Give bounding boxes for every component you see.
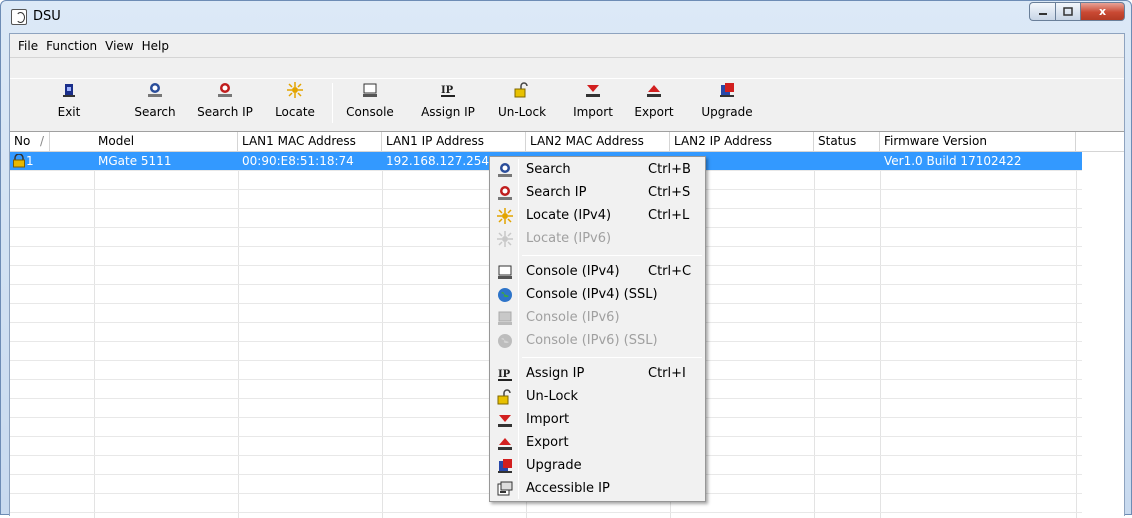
search-ip-button[interactable]: Search IP	[195, 82, 255, 124]
col-lan2-mac[interactable]: LAN2 MAC Address	[526, 132, 670, 152]
context-menu: Search Ctrl+B Search IP Ctrl+S Locate (I…	[489, 156, 706, 502]
cell-lan1-mac: 00:90:E8:51:18:74	[242, 154, 354, 168]
exit-icon	[63, 84, 75, 97]
import-label: Import	[573, 105, 613, 119]
search-button[interactable]: Search	[130, 82, 180, 124]
search-label: Search	[134, 105, 176, 119]
toolbar: Exit Search Search IP Locate Console IP	[10, 78, 1124, 128]
col-lan1-mac[interactable]: LAN1 MAC Address	[238, 132, 382, 152]
maximize-button[interactable]	[1055, 2, 1081, 21]
menu-bar: File Function View Help	[10, 34, 1124, 58]
assign-ip-button[interactable]: IP Assign IP	[415, 82, 481, 124]
table-header: No / Model LAN1 MAC Address LAN1 IP Addr…	[10, 132, 1124, 152]
exit-label: Exit	[57, 105, 81, 119]
exit-button[interactable]: Exit	[54, 82, 84, 124]
cell-status	[814, 152, 880, 171]
upgrade-button[interactable]: Upgrade	[698, 82, 756, 124]
col-lan1-ip[interactable]: LAN1 IP Address	[382, 132, 526, 152]
lock-icon	[13, 154, 25, 168]
minimize-button[interactable]	[1029, 2, 1055, 21]
menu-file[interactable]: File	[14, 39, 42, 53]
locate-button[interactable]: Locate	[272, 82, 318, 124]
ctx-search-ip[interactable]: Search IP Ctrl+S	[493, 182, 702, 204]
svg-text:IP: IP	[441, 85, 454, 96]
accessible-ip-icon	[497, 481, 513, 496]
menu-view[interactable]: View	[101, 39, 137, 53]
menu-separator	[522, 357, 702, 358]
assign-ip-icon: IP	[498, 369, 512, 381]
menu-separator	[522, 255, 702, 256]
ctx-assign-ip[interactable]: IP Assign IP Ctrl+I	[493, 363, 702, 385]
unlock-icon	[514, 82, 528, 98]
upgrade-icon	[498, 459, 512, 473]
import-icon	[586, 85, 600, 97]
search-ip-icon	[498, 186, 512, 200]
export-button[interactable]: Export	[634, 82, 674, 124]
import-icon	[498, 415, 512, 427]
close-icon: x	[1098, 5, 1107, 18]
col-no[interactable]: No /	[10, 132, 50, 152]
ctx-import[interactable]: Import	[493, 409, 702, 431]
col-firmware[interactable]: Firmware Version	[880, 132, 1076, 152]
locate-label: Locate	[275, 105, 315, 119]
upgrade-label: Upgrade	[701, 105, 753, 119]
ctx-locate-ipv6: Locate (IPv6)	[493, 228, 702, 250]
import-button[interactable]: Import	[573, 82, 613, 124]
console-label: Console	[346, 105, 394, 119]
ctx-accessible-ip[interactable]: Accessible IP	[493, 478, 702, 500]
menu-help[interactable]: Help	[138, 39, 173, 53]
globe-icon	[498, 288, 512, 302]
globe-icon	[498, 334, 512, 348]
ctx-console-ipv4[interactable]: Console (IPv4) Ctrl+C	[493, 261, 702, 283]
window-title: DSU	[33, 9, 61, 24]
export-icon	[647, 85, 661, 97]
export-label: Export	[634, 105, 674, 119]
unlock-button[interactable]: Un-Lock	[495, 82, 549, 124]
sort-indicator: /	[40, 134, 45, 148]
app-icon	[11, 9, 27, 25]
ctx-search[interactable]: Search Ctrl+B	[493, 159, 702, 181]
console-icon	[498, 311, 512, 325]
unlock-label: Un-Lock	[497, 105, 547, 119]
ctx-export[interactable]: Export	[493, 432, 702, 454]
assign-ip-label: Assign IP	[421, 105, 475, 119]
search-ip-label: Search IP	[197, 105, 253, 119]
locate-icon	[287, 82, 303, 98]
upgrade-icon	[720, 83, 734, 97]
locate-icon	[497, 231, 513, 247]
cell-firmware: Ver1.0 Build 17102422	[884, 154, 1022, 168]
ctx-upgrade[interactable]: Upgrade	[493, 455, 702, 477]
ctx-unlock[interactable]: Un-Lock	[493, 386, 702, 408]
col-lan2-ip[interactable]: LAN2 IP Address	[670, 132, 814, 152]
cell-no: 1	[10, 152, 94, 171]
minimize-icon	[1038, 12, 1047, 15]
col-model[interactable]: Model	[94, 132, 238, 152]
close-button[interactable]: x	[1081, 2, 1125, 21]
search-icon	[148, 83, 162, 97]
search-icon	[498, 163, 512, 177]
maximize-icon	[1063, 7, 1073, 16]
col-status[interactable]: Status	[814, 132, 880, 152]
title-bar[interactable]: DSU x	[1, 1, 1131, 33]
menu-function[interactable]: Function	[42, 39, 101, 53]
ctx-console-ipv4-ssl[interactable]: Console (IPv4) (SSL)	[493, 284, 702, 306]
console-button[interactable]: Console	[344, 82, 396, 124]
assign-ip-icon: IP	[441, 85, 455, 97]
ctx-locate-ipv4[interactable]: Locate (IPv4) Ctrl+L	[493, 205, 702, 227]
console-icon	[363, 83, 377, 97]
ctx-console-ipv6: Console (IPv6)	[493, 307, 702, 329]
console-icon	[498, 265, 512, 279]
search-ip-icon	[218, 83, 232, 97]
svg-text:IP: IP	[498, 369, 511, 380]
export-icon	[498, 438, 512, 450]
toolbar-separator	[332, 83, 333, 123]
ctx-console-ipv6-ssl: Console (IPv6) (SSL)	[493, 330, 702, 352]
locate-icon	[497, 208, 513, 224]
unlock-icon	[497, 389, 511, 405]
cell-model: MGate 5111	[98, 154, 172, 168]
window-controls: x	[1029, 2, 1125, 21]
